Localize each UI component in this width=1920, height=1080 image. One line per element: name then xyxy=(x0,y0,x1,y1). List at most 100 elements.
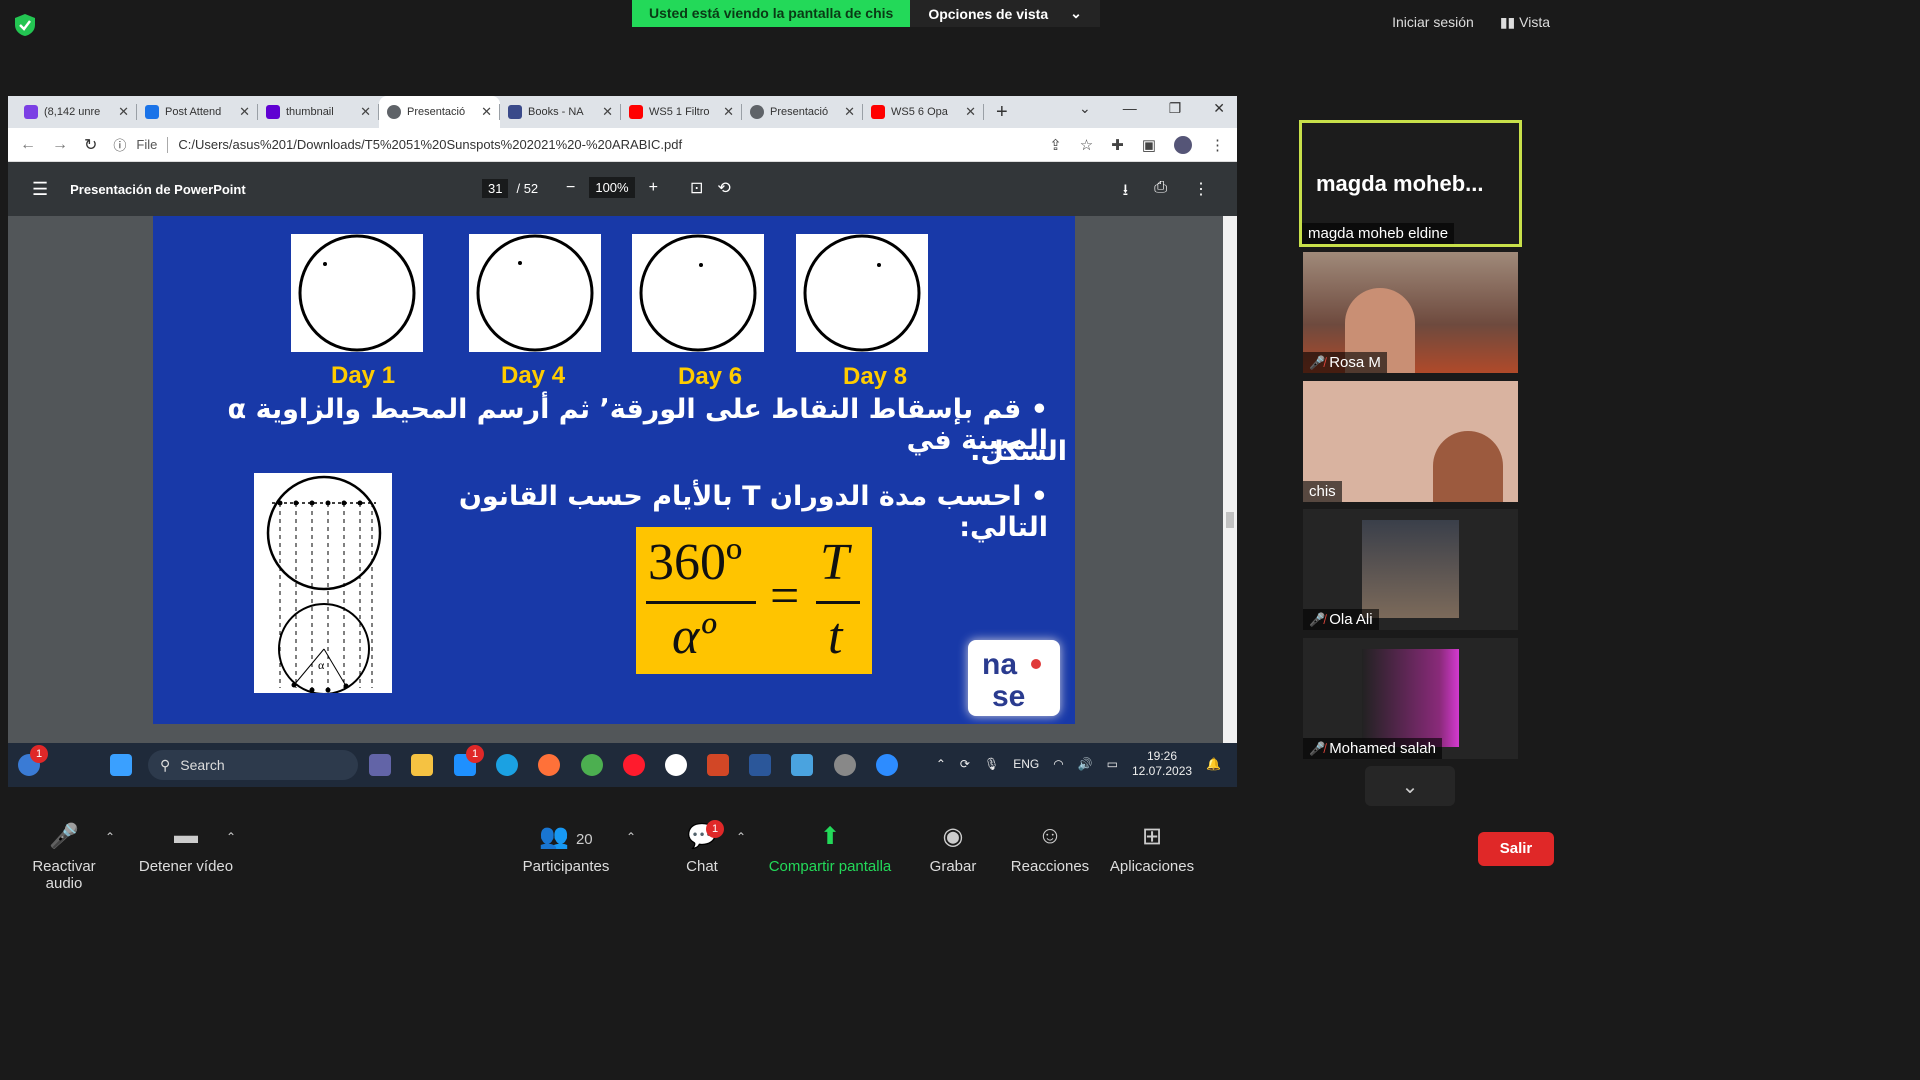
participant-tile[interactable]: 🎤̸ Rosa M xyxy=(1303,252,1518,373)
share-icon[interactable]: ⇪ xyxy=(1049,136,1062,154)
close-icon[interactable]: ✕ xyxy=(602,104,613,120)
zoom-level-input[interactable]: 100% xyxy=(589,177,635,198)
participant-tile[interactable]: 🎤̸ Mohamed salah xyxy=(1303,638,1518,759)
hamburger-menu-icon[interactable]: ☰ xyxy=(32,179,48,200)
powerpoint-icon[interactable] xyxy=(707,754,729,776)
photos-icon[interactable] xyxy=(791,754,813,776)
wifi-icon[interactable]: ◠ xyxy=(1053,757,1063,771)
video-camera-icon: ▬ xyxy=(174,822,198,849)
close-icon[interactable]: ✕ xyxy=(723,104,734,120)
side-panel-icon[interactable]: ▣ xyxy=(1142,136,1156,154)
microphone-icon[interactable]: 🎙 xyxy=(984,757,999,771)
reactions-button[interactable]: ☺ Reacciones xyxy=(1010,822,1090,875)
browser-tab[interactable]: WS5 1 Filtro ✕ xyxy=(621,96,742,128)
audio-options-caret-icon[interactable]: ⌃ xyxy=(105,830,115,844)
page-number-input[interactable]: 31 xyxy=(482,179,509,198)
unmute-button[interactable]: 🎤 Reactivar audio xyxy=(12,822,116,892)
edge-icon[interactable] xyxy=(496,754,518,776)
stop-video-label: Detener vídeo xyxy=(138,858,234,875)
battery-icon[interactable]: ▭ xyxy=(1107,757,1118,771)
firefox-icon[interactable] xyxy=(538,754,560,776)
svg-text:se: se xyxy=(992,680,1025,713)
pdf-viewport[interactable]: Day 1 Day 4 Day 6 Day 8 • قم بإسقاط النق… xyxy=(8,216,1237,743)
restore-icon[interactable]: ❐ xyxy=(1169,100,1182,117)
close-icon[interactable]: ✕ xyxy=(360,104,371,120)
share-screen-button[interactable]: ⬆ Compartir pantalla xyxy=(764,822,896,875)
sync-icon[interactable]: ⟳ xyxy=(960,757,970,771)
forward-arrow-icon[interactable]: → xyxy=(52,136,68,154)
close-icon[interactable]: ✕ xyxy=(481,104,492,120)
notifications-icon[interactable]: 🔔 xyxy=(1206,757,1221,771)
leave-button[interactable]: Salir xyxy=(1478,832,1554,866)
media-player-icon[interactable] xyxy=(834,754,856,776)
browser-tab[interactable]: thumbnail ✕ xyxy=(258,96,379,128)
record-button[interactable]: ◉ Grabar xyxy=(926,822,980,875)
participants-caret-icon[interactable]: ⌃ xyxy=(626,830,636,844)
browser-tab[interactable]: Post Attend ✕ xyxy=(137,96,258,128)
security-shield-icon[interactable] xyxy=(12,12,38,38)
tab-search-chevron-icon[interactable]: ⌄ xyxy=(1079,100,1091,117)
opera-icon[interactable] xyxy=(623,754,645,776)
close-icon[interactable]: ✕ xyxy=(965,104,976,120)
pdf-title: Presentación de PowerPoint xyxy=(70,181,246,197)
slide-page: Day 1 Day 4 Day 6 Day 8 • قم بإسقاط النق… xyxy=(153,216,1075,724)
download-icon[interactable]: ⭳ xyxy=(1123,179,1129,206)
close-icon[interactable]: ✕ xyxy=(239,104,250,120)
zoom-app-icon[interactable] xyxy=(876,754,898,776)
word-icon[interactable] xyxy=(749,754,771,776)
view-button[interactable]: ▮▮ Vista xyxy=(1500,14,1550,31)
chevron-up-icon[interactable]: ⌃ xyxy=(936,757,946,771)
browser-tab[interactable]: (8,142 unre ✕ xyxy=(16,96,137,128)
zoom-in-icon[interactable]: + xyxy=(649,179,658,197)
print-icon[interactable]: ⎙ xyxy=(1154,179,1167,206)
participant-name-label: 🎤̸ Rosa M xyxy=(1303,352,1387,373)
minimize-icon[interactable]: — xyxy=(1123,100,1137,117)
browser-tab-active[interactable]: Presentació ✕ xyxy=(379,96,500,128)
close-icon[interactable]: ✕ xyxy=(118,104,129,120)
participant-tile[interactable]: chis xyxy=(1303,381,1518,502)
chrome-icon[interactable] xyxy=(581,754,603,776)
vertical-scrollbar[interactable] xyxy=(1223,216,1237,743)
file-explorer-icon[interactable] xyxy=(411,754,433,776)
new-tab-plus-icon[interactable]: + xyxy=(996,101,1008,124)
video-options-caret-icon[interactable]: ⌃ xyxy=(226,830,236,844)
view-options-button[interactable]: Opciones de vista ⌄ xyxy=(910,0,1100,27)
close-icon[interactable]: ✕ xyxy=(844,104,855,120)
clock[interactable]: 19:26 12.07.2023 xyxy=(1132,749,1192,779)
scroll-thumb[interactable] xyxy=(1226,512,1234,528)
back-arrow-icon[interactable]: ← xyxy=(20,136,36,154)
sun-disk-figure xyxy=(796,234,928,352)
chat-caret-icon[interactable]: ⌃ xyxy=(736,830,746,844)
participant-tile-active[interactable]: magda moheb... magda moheb eldine xyxy=(1299,120,1522,247)
browser-window: (8,142 unre ✕ Post Attend ✕ thumbnail ✕ Pre… xyxy=(8,96,1237,787)
teams-chat-icon[interactable] xyxy=(369,754,391,776)
participant-name-label: chis xyxy=(1303,481,1342,502)
windows-start-icon[interactable] xyxy=(110,754,132,776)
scroll-participants-down-chevron-icon[interactable]: ⌄ xyxy=(1365,766,1455,806)
chat-label: Chat xyxy=(686,858,718,875)
participants-button[interactable]: 👥 20 Participantes xyxy=(520,822,612,875)
apps-button[interactable]: ⊞ Aplicaciones xyxy=(1108,822,1196,875)
more-options-icon[interactable]: ⋮ xyxy=(1193,179,1209,206)
wps-icon[interactable] xyxy=(665,754,687,776)
taskbar-search[interactable]: ⚲ Search xyxy=(148,750,358,780)
fit-page-icon[interactable]: ⊡ xyxy=(690,178,703,198)
browser-tab[interactable]: Books - NA ✕ xyxy=(500,96,621,128)
nase-logo: na se xyxy=(968,640,1060,716)
zoom-out-icon[interactable]: − xyxy=(566,179,575,197)
sign-in-button[interactable]: Iniciar sesión xyxy=(1392,14,1474,31)
url-field[interactable]: ⓘ File C:/Users/asus%201/Downloads/T5%20… xyxy=(113,135,1033,154)
participant-tile[interactable]: 🎤̸ Ola Ali xyxy=(1303,509,1518,630)
volume-icon[interactable]: 🔊 xyxy=(1078,757,1093,771)
reload-icon[interactable]: ↻ xyxy=(84,135,97,155)
browser-tab[interactable]: WS5 6 Opa ✕ xyxy=(863,96,984,128)
stop-video-button[interactable]: ▬ Detener vídeo xyxy=(136,822,236,875)
profile-avatar[interactable] xyxy=(1174,135,1192,154)
bookmark-star-icon[interactable]: ☆ xyxy=(1080,136,1093,154)
language-indicator[interactable]: ENG xyxy=(1013,757,1039,771)
close-window-icon[interactable]: ✕ xyxy=(1213,100,1225,117)
browser-tab[interactable]: Presentació ✕ xyxy=(742,96,863,128)
extensions-puzzle-icon[interactable]: ✚ xyxy=(1111,136,1124,154)
rotate-icon[interactable]: ⟲ xyxy=(717,178,730,198)
kebab-menu-icon[interactable]: ⋮ xyxy=(1210,136,1225,154)
